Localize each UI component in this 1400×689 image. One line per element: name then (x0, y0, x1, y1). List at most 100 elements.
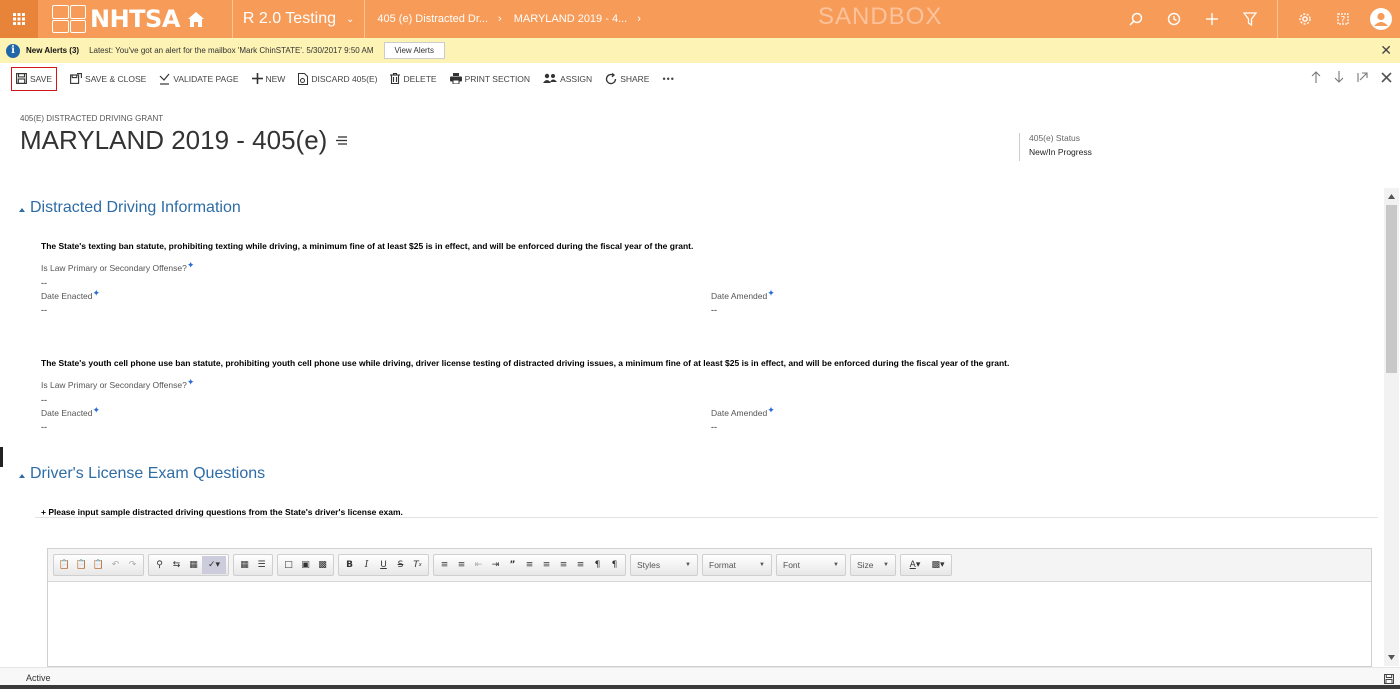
print-icon[interactable]: ▩ (314, 556, 331, 574)
rtl-icon[interactable]: ¶ (606, 556, 623, 574)
format-dropdown[interactable]: Format ▼ (702, 554, 772, 576)
ellipsis-icon: ••• (662, 73, 675, 84)
print-section-button[interactable]: PRINT SECTION (449, 69, 530, 89)
redo-icon[interactable]: ↷ (124, 556, 141, 574)
top-navigation-bar: NHTSA R 2.0 Testing ⌄ 405 (e) Distracted… (0, 0, 1400, 38)
blockquote-icon[interactable]: ” (504, 556, 521, 574)
search-icon[interactable] (1117, 0, 1155, 38)
horizontal-line-icon[interactable]: ☰ (253, 556, 270, 574)
form-selector-icon[interactable] (335, 136, 348, 145)
undo-icon[interactable]: ↶ (107, 556, 124, 574)
dropdown-arrow-icon: ▼ (759, 562, 765, 568)
bulleted-list-icon[interactable]: ≡ (453, 556, 470, 574)
align-left-icon[interactable]: ≡ (521, 556, 538, 574)
view-alerts-button[interactable]: View Alerts (383, 42, 445, 59)
strikethrough-icon[interactable]: S (392, 556, 409, 574)
assign-icon (543, 73, 558, 83)
recent-icon[interactable] (1155, 0, 1193, 38)
help-icon[interactable]: ? (1324, 0, 1362, 38)
close-icon[interactable]: ✕ (1380, 42, 1392, 59)
more-commands-button[interactable]: ••• (662, 69, 674, 89)
user-icon[interactable] (1362, 0, 1400, 38)
youth-ban-statement: The State's youth cell phone use ban sta… (41, 358, 1010, 368)
align-center-icon[interactable]: ≡ (538, 556, 555, 574)
ltr-icon[interactable]: ¶ (589, 556, 606, 574)
remove-format-icon[interactable]: Tx (409, 556, 426, 574)
paste-word-icon[interactable]: 📋 (90, 556, 107, 574)
breadcrumb-record[interactable]: MARYLAND 2019 - 4... › (514, 0, 653, 38)
background-color-icon[interactable]: ▩▾ (927, 556, 949, 574)
breadcrumb-entity[interactable]: 405 (e) Distracted Dr... › (365, 0, 513, 38)
chevron-right-icon: › (498, 13, 502, 25)
youth-offense-value[interactable]: -- (41, 395, 47, 405)
paste-icon[interactable]: 📋 (56, 556, 73, 574)
editor-toolbar: 📋 📋 📋 ↶ ↷ ⚲ ⇆ ▦ ✓▾ ▦ ☰ □ ▣ ▩ B I U S Tx (48, 549, 1371, 582)
youth-enacted-value[interactable]: -- (41, 422, 47, 432)
rich-text-editor: 📋 📋 📋 ↶ ↷ ⚲ ⇆ ▦ ✓▾ ▦ ☰ □ ▣ ▩ B I U S Tx (47, 548, 1372, 667)
alert-message: Latest: You've got an alert for the mail… (89, 46, 374, 55)
table-icon[interactable]: ▦ (236, 556, 253, 574)
size-dropdown[interactable]: Size ▼ (850, 554, 896, 576)
next-record-icon[interactable] (1334, 71, 1344, 83)
font-dropdown[interactable]: Font ▼ (776, 554, 846, 576)
nhtsa-logo[interactable]: NHTSA (52, 0, 180, 38)
italic-icon[interactable]: I (358, 556, 375, 574)
validate-label: VALIDATE PAGE (173, 73, 239, 84)
delete-button[interactable]: DELETE (390, 69, 437, 89)
align-right-icon[interactable]: ≡ (555, 556, 572, 574)
collapse-triangle-icon (19, 207, 25, 212)
scrollbar-thumb[interactable] (1386, 205, 1397, 373)
scroll-down-icon[interactable] (1388, 655, 1395, 660)
settings-icon[interactable] (1286, 0, 1324, 38)
youth-amended-label: Date Amended✦ (711, 405, 775, 418)
validate-page-button[interactable]: VALIDATE PAGE (159, 69, 239, 89)
youth-amended-value[interactable]: -- (711, 422, 717, 432)
app-launcher-icon[interactable] (0, 0, 38, 38)
discard-button[interactable]: DISCARD 405(E) (298, 69, 377, 89)
assign-button[interactable]: ASSIGN (543, 69, 592, 89)
scroll-up-icon[interactable] (1388, 194, 1395, 199)
app-name: R 2.0 Testing (242, 10, 336, 27)
breadcrumb-label: 405 (e) Distracted Dr... (377, 13, 489, 25)
home-icon[interactable] (187, 11, 204, 27)
underline-icon[interactable]: U (375, 556, 392, 574)
justify-icon[interactable]: ≡ (572, 556, 589, 574)
decrease-indent-icon[interactable]: ⇤ (470, 556, 487, 574)
numbered-list-icon[interactable]: ≡ (436, 556, 453, 574)
new-icon[interactable] (1193, 0, 1231, 38)
paste-text-icon[interactable]: 📋 (73, 556, 90, 574)
alert-title: New Alerts (3) (26, 46, 80, 55)
section-distracted-driving[interactable]: Distracted Driving Information (19, 199, 241, 217)
styles-dropdown[interactable]: Styles ▼ (630, 554, 698, 576)
share-button[interactable]: SHARE (605, 69, 649, 89)
previous-record-icon[interactable] (1311, 71, 1321, 83)
preview-icon[interactable]: ▣ (297, 556, 314, 574)
format-label: Format (709, 560, 736, 570)
app-switcher[interactable]: R 2.0 Testing ⌄ (233, 0, 364, 38)
new-button[interactable]: NEW (251, 69, 285, 89)
popout-icon[interactable] (1357, 71, 1368, 83)
texting-offense-value[interactable]: -- (41, 278, 47, 288)
select-all-icon[interactable]: ▦ (185, 556, 202, 574)
delete-label: DELETE (403, 73, 437, 84)
texting-enacted-value[interactable]: -- (41, 305, 47, 315)
filter-icon[interactable] (1231, 0, 1269, 38)
close-form-icon[interactable] (1381, 71, 1392, 83)
find-icon[interactable]: ⚲ (151, 556, 168, 574)
plus-icon (251, 73, 263, 84)
section-exam-questions[interactable]: Driver's License Exam Questions (19, 465, 265, 483)
new-page-icon[interactable]: □ (280, 556, 297, 574)
footer-save-icon[interactable] (1384, 674, 1394, 684)
increase-indent-icon[interactable]: ⇥ (487, 556, 504, 574)
dropdown-arrow-icon: ▼ (883, 562, 889, 568)
bold-icon[interactable]: B (341, 556, 358, 574)
save-button[interactable]: SAVE (11, 66, 58, 91)
texting-amended-value[interactable]: -- (711, 305, 717, 315)
replace-icon[interactable]: ⇆ (168, 556, 185, 574)
spellcheck-icon[interactable]: ✓▾ (202, 556, 226, 574)
text-color-icon[interactable]: A ▾ (903, 556, 927, 574)
save-and-close-button[interactable]: SAVE & CLOSE (70, 69, 146, 89)
texting-ban-statement: The State's texting ban statute, prohibi… (41, 241, 694, 251)
texting-enacted-label: Date Enacted✦ (41, 288, 101, 301)
basic-styles-group: B I U S Tx (338, 554, 429, 576)
